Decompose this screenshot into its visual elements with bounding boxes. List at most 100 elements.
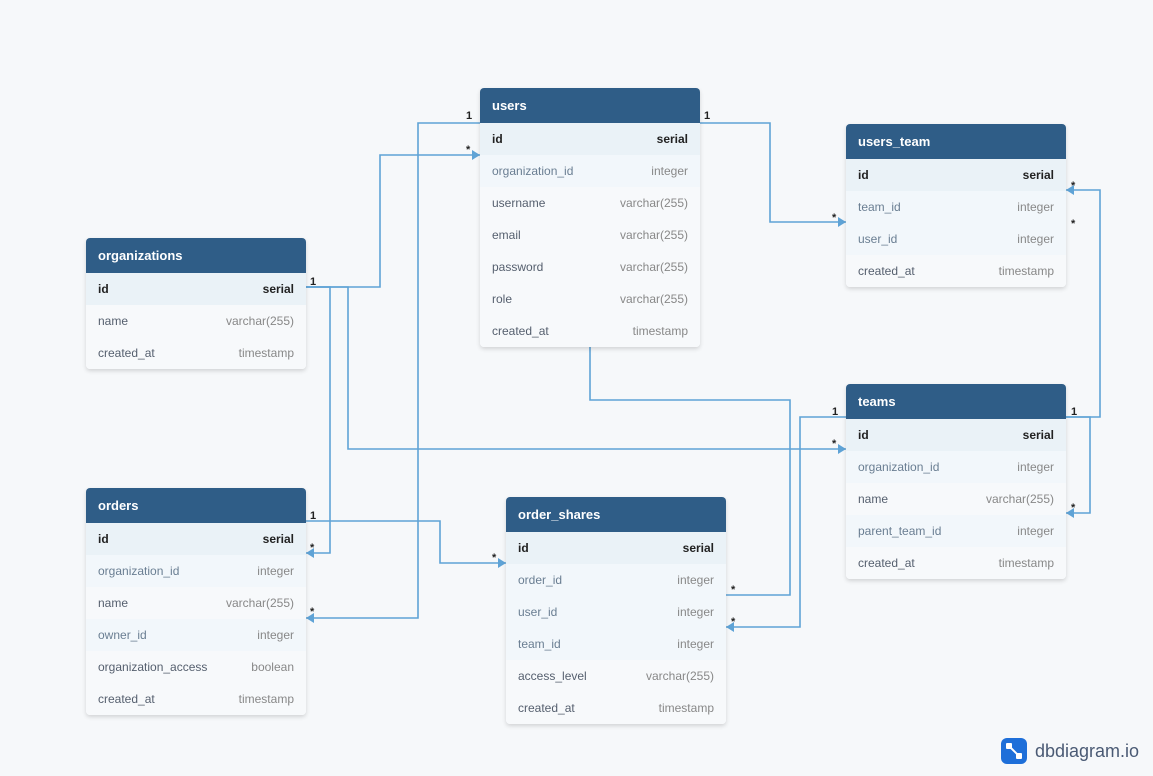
table-row[interactable]: owner_id integer bbox=[86, 619, 306, 651]
col-name: created_at bbox=[98, 692, 155, 706]
col-name: id bbox=[98, 282, 109, 296]
card-many: * bbox=[310, 542, 314, 554]
table-row[interactable]: created_attimestamp bbox=[86, 683, 306, 715]
table-header: users bbox=[480, 88, 700, 123]
logo[interactable]: dbdiagram.io bbox=[1001, 738, 1139, 764]
col-type: varchar(255) bbox=[620, 228, 688, 242]
col-type: integer bbox=[677, 637, 714, 651]
col-name: created_at bbox=[98, 346, 155, 360]
col-type: serial bbox=[683, 541, 714, 555]
table-row[interactable]: created_at timestamp bbox=[846, 547, 1066, 579]
table-users[interactable]: users idserial organization_id integer us… bbox=[480, 88, 700, 347]
col-type: integer bbox=[651, 164, 688, 178]
col-type: timestamp bbox=[659, 701, 714, 715]
table-row[interactable]: team_idinteger bbox=[846, 191, 1066, 223]
table-row[interactable]: parent_team_id integer bbox=[846, 515, 1066, 547]
col-name: id bbox=[858, 428, 869, 442]
table-row[interactable]: passwordvarchar(255) bbox=[480, 251, 700, 283]
col-type: integer bbox=[257, 628, 294, 642]
col-name: access_level bbox=[518, 669, 587, 683]
card-many: * bbox=[731, 584, 735, 596]
card-one: 1 bbox=[310, 276, 316, 288]
table-row[interactable]: emailvarchar(255) bbox=[480, 219, 700, 251]
table-row[interactable]: usernamevarchar(255) bbox=[480, 187, 700, 219]
table-row[interactable]: name varchar(255) bbox=[86, 587, 306, 619]
col-type: integer bbox=[1017, 232, 1054, 246]
col-name: order_id bbox=[518, 573, 562, 587]
table-teams[interactable]: teams idserial organization_idinteger na… bbox=[846, 384, 1066, 579]
table-row[interactable]: organization_idinteger bbox=[846, 451, 1066, 483]
table-header: order_shares bbox=[506, 497, 726, 532]
col-type: serial bbox=[263, 282, 294, 296]
card-many: * bbox=[731, 616, 735, 628]
col-type: varchar(255) bbox=[620, 196, 688, 210]
card-many: * bbox=[492, 552, 496, 564]
table-row[interactable]: user_id integer bbox=[506, 596, 726, 628]
col-type: timestamp bbox=[633, 324, 688, 338]
col-type: varchar(255) bbox=[226, 596, 294, 610]
table-users-team[interactable]: users_team id serial team_idinteger user_… bbox=[846, 124, 1066, 287]
col-name: organization_id bbox=[98, 564, 179, 578]
col-name: organization_access bbox=[98, 660, 207, 674]
table-row[interactable]: created_attimestamp bbox=[480, 315, 700, 347]
table-row[interactable]: order_idinteger bbox=[506, 564, 726, 596]
col-name: user_id bbox=[518, 605, 557, 619]
col-name: id bbox=[98, 532, 109, 546]
card-many: * bbox=[310, 606, 314, 618]
col-name: name bbox=[858, 492, 888, 506]
table-row[interactable]: access_levelvarchar(255) bbox=[506, 660, 726, 692]
logo-icon bbox=[1001, 738, 1027, 764]
col-type: varchar(255) bbox=[986, 492, 1054, 506]
table-row[interactable]: organization_id integer bbox=[86, 555, 306, 587]
col-name: parent_team_id bbox=[858, 524, 941, 538]
table-row[interactable]: team_id integer bbox=[506, 628, 726, 660]
table-header: teams bbox=[846, 384, 1066, 419]
card-one: 1 bbox=[704, 110, 710, 122]
table-row[interactable]: name varchar(255) bbox=[846, 483, 1066, 515]
table-row[interactable]: organization_accessboolean bbox=[86, 651, 306, 683]
col-name: name bbox=[98, 596, 128, 610]
col-type: integer bbox=[1017, 460, 1054, 474]
card-one: 1 bbox=[466, 110, 472, 122]
col-type: serial bbox=[1023, 168, 1054, 182]
card-one: 1 bbox=[310, 510, 316, 522]
col-type: timestamp bbox=[999, 556, 1054, 570]
table-row[interactable]: user_id integer bbox=[846, 223, 1066, 255]
col-type: varchar(255) bbox=[620, 260, 688, 274]
col-name: organization_id bbox=[492, 164, 573, 178]
col-name: created_at bbox=[858, 556, 915, 570]
col-type: serial bbox=[657, 132, 688, 146]
table-row[interactable]: created_attimestamp bbox=[846, 255, 1066, 287]
table-organizations[interactable]: organizations idserial namevarchar(255) … bbox=[86, 238, 306, 369]
col-name: id bbox=[858, 168, 869, 182]
table-row[interactable]: rolevarchar(255) bbox=[480, 283, 700, 315]
table-order-shares[interactable]: order_shares idserial order_idinteger us… bbox=[506, 497, 726, 724]
table-row[interactable]: id serial bbox=[846, 159, 1066, 191]
col-type: integer bbox=[1017, 524, 1054, 538]
card-many: * bbox=[832, 212, 836, 224]
table-header: organizations bbox=[86, 238, 306, 273]
col-name: team_id bbox=[518, 637, 561, 651]
table-header: users_team bbox=[846, 124, 1066, 159]
table-row[interactable]: organization_id integer bbox=[480, 155, 700, 187]
table-row[interactable]: idserial bbox=[846, 419, 1066, 451]
col-name: owner_id bbox=[98, 628, 147, 642]
table-row[interactable]: created_attimestamp bbox=[506, 692, 726, 724]
table-row[interactable]: namevarchar(255) bbox=[86, 305, 306, 337]
table-orders[interactable]: orders idserial organization_idinteger n… bbox=[86, 488, 306, 715]
table-row[interactable]: id serial bbox=[86, 523, 306, 555]
logo-text: dbdiagram.io bbox=[1035, 741, 1139, 762]
table-row[interactable]: created_at timestamp bbox=[86, 337, 306, 369]
table-row[interactable]: idserial bbox=[506, 532, 726, 564]
col-name: user_id bbox=[858, 232, 897, 246]
col-type: timestamp bbox=[239, 346, 294, 360]
card-many: * bbox=[1071, 218, 1075, 230]
table-header: orders bbox=[86, 488, 306, 523]
col-name: name bbox=[98, 314, 128, 328]
card-many: * bbox=[1071, 180, 1075, 192]
col-type: integer bbox=[257, 564, 294, 578]
table-row[interactable]: id serial bbox=[86, 273, 306, 305]
col-type: integer bbox=[677, 605, 714, 619]
col-type: serial bbox=[263, 532, 294, 546]
table-row[interactable]: idserial bbox=[480, 123, 700, 155]
